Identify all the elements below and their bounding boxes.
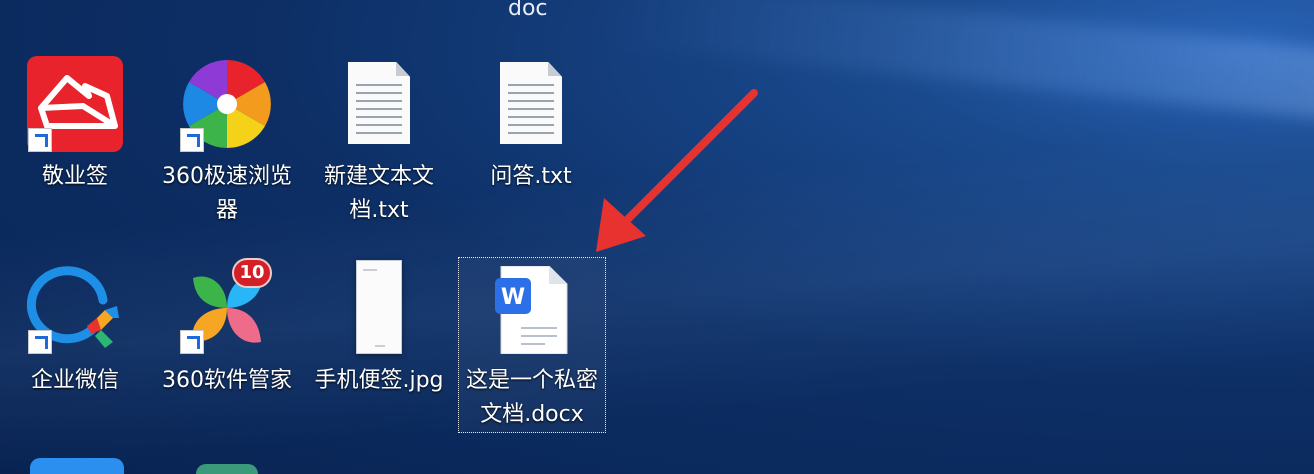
red-arrow-annotation <box>596 89 758 252</box>
